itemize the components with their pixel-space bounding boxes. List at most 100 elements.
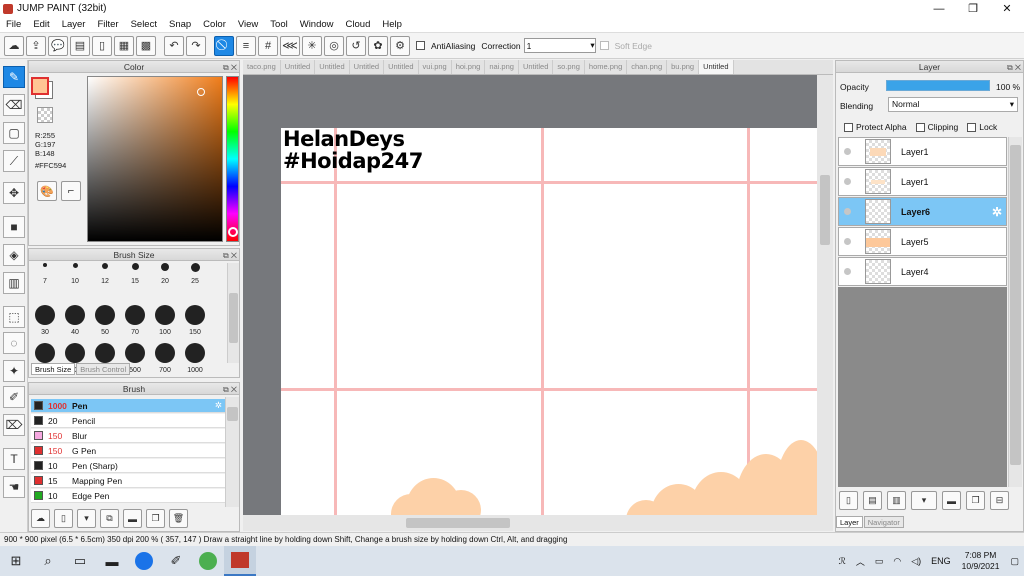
eyedropper-icon[interactable]: ⌐ (61, 181, 81, 201)
brush-size-dot[interactable] (185, 305, 205, 325)
brush-cloud-icon[interactable]: ☁ (31, 509, 50, 528)
layer-folder-icon[interactable]: ▬ (942, 491, 961, 510)
brush-size-dot[interactable] (125, 305, 145, 325)
visibility-icon[interactable] (839, 208, 855, 215)
brush-new-icon[interactable]: ▯ (54, 509, 73, 528)
move-tool-icon[interactable]: ✥ (3, 182, 25, 204)
gradient-tool-icon[interactable]: ▥ (3, 272, 25, 294)
menu-cloud[interactable]: Cloud (340, 19, 377, 30)
brush-menu-icon[interactable]: ▾ (77, 509, 96, 528)
opacity-slider[interactable] (886, 80, 990, 91)
layer-merge-icon[interactable]: ⊟ (990, 491, 1009, 510)
brush-duplicate-icon[interactable]: ❐ (146, 509, 165, 528)
language-indicator[interactable]: ENG (931, 556, 951, 566)
snap-off-icon[interactable]: ⃠ (214, 35, 234, 56)
doc-tab-active[interactable]: Untitled (699, 60, 734, 74)
doc-tab[interactable]: Untitled (281, 60, 316, 74)
brush-size-scrollbar[interactable] (227, 263, 239, 363)
brush-size-dot[interactable] (185, 343, 205, 363)
menu-snap[interactable]: Snap (163, 19, 197, 30)
snap-perspective-icon[interactable]: ⋘ (280, 35, 300, 56)
visibility-icon[interactable] (839, 178, 855, 185)
task-view-icon[interactable]: ▭ (64, 546, 96, 576)
snap-grid-icon[interactable]: # (258, 35, 278, 56)
snap-parallel-icon[interactable]: ≡ (236, 35, 256, 56)
main-color-swatch[interactable] (31, 77, 49, 95)
brush-item[interactable]: 10 Pen (Sharp) (31, 459, 225, 473)
antialiasing-checkbox[interactable] (416, 41, 425, 50)
brush-tool-icon[interactable]: ✎ (3, 66, 25, 88)
brush-size-dot[interactable] (155, 343, 175, 363)
saturation-value-picker[interactable] (87, 76, 223, 242)
canvas-horizontal-scrollbar[interactable] (243, 515, 833, 531)
tab-layer[interactable]: Layer (836, 516, 863, 528)
bucket-tool-icon[interactable]: ◈ (3, 244, 25, 266)
snap-curve-icon[interactable]: ↺ (346, 35, 366, 56)
chevron-up-icon[interactable]: ︿ (856, 555, 865, 568)
menu-filter[interactable]: Filter (91, 19, 124, 30)
sv-marker[interactable] (197, 88, 205, 96)
magic-wand-tool-icon[interactable]: ✦ (3, 360, 25, 382)
panel-buttons[interactable]: ⧉ ✕ (223, 62, 237, 74)
cloud-icon[interactable]: ☁ (4, 35, 24, 56)
doc-tab[interactable]: home.png (585, 60, 628, 74)
brush-item[interactable]: 150 G Pen (31, 444, 225, 458)
tab-brush-control[interactable]: Brush Control (76, 363, 131, 375)
brush-size-dot[interactable] (65, 305, 85, 325)
select-rect-tool-icon[interactable]: ⬚ (3, 306, 25, 328)
brush-size-dot[interactable] (102, 263, 108, 269)
line-tool-icon[interactable]: ⟋ (3, 150, 25, 172)
brush-copy-icon[interactable]: ⧉ (100, 509, 119, 528)
zalo-icon[interactable] (128, 546, 160, 576)
panel-buttons[interactable]: ⧉ ✕ (223, 384, 237, 396)
brush-item[interactable]: 10 Edge Pen (31, 489, 225, 503)
brush-size-dot[interactable] (131, 263, 139, 270)
brush-size-dot[interactable] (125, 343, 145, 363)
doc-tab[interactable]: Untitled (384, 60, 419, 74)
doc-tab[interactable]: Untitled (315, 60, 350, 74)
gear-icon[interactable]: ✲ (992, 205, 1002, 219)
new-file-icon[interactable]: ▯ (92, 35, 112, 56)
message-icon[interactable]: ▤ (70, 35, 90, 56)
snap-circle-icon[interactable]: ◎ (324, 35, 344, 56)
clock[interactable]: 7:08 PM 10/9/2021 (962, 550, 1000, 572)
volume-icon[interactable]: ◁) (911, 556, 921, 567)
transparent-swatch[interactable] (37, 107, 53, 123)
doc-tab[interactable]: hoi.png (452, 60, 486, 74)
comment-icon[interactable]: 💬 (48, 35, 68, 56)
lock-checkbox[interactable] (967, 122, 977, 132)
layer-list-scrollbar[interactable] (1008, 137, 1022, 487)
panel-buttons[interactable]: ⧉ ✕ (1007, 62, 1021, 74)
share-icon[interactable]: ⇪ (26, 35, 46, 56)
gear-icon[interactable]: ✲ (215, 400, 222, 411)
text-tool-icon[interactable]: T (3, 448, 25, 470)
lasso-tool-icon[interactable]: ◌ (3, 332, 25, 354)
doc-tab[interactable]: vui.png (419, 60, 452, 74)
save-icon[interactable]: ▦ (114, 35, 134, 56)
snap-radial-icon[interactable]: ✳ (302, 35, 322, 56)
doc-tab[interactable]: taco.png (243, 60, 281, 74)
fill-rect-tool-icon[interactable]: ■ (3, 216, 25, 238)
battery-icon[interactable]: ▭ (875, 556, 884, 567)
canvas-area[interactable]: HelanDeys #Hoidap247 (243, 75, 817, 515)
layer-item[interactable]: Layer1 (838, 137, 1007, 166)
doc-tab[interactable]: so.png (553, 60, 585, 74)
jump-paint-taskbar-icon[interactable] (224, 546, 256, 576)
hand-tool-icon[interactable]: ☚ (3, 476, 25, 498)
layer-text-icon[interactable]: ▥ (887, 491, 906, 510)
menu-help[interactable]: Help (376, 19, 408, 30)
paint-app-icon[interactable]: ✐ (160, 546, 192, 576)
brush-list-scrollbar[interactable] (225, 397, 239, 507)
layer-item[interactable]: Layer4 (838, 257, 1007, 286)
doc-tab[interactable]: Untitled (350, 60, 385, 74)
brush-size-dot[interactable] (43, 263, 47, 267)
blending-select[interactable]: Normal ▾ (888, 97, 1018, 112)
doc-tab[interactable]: Untitled (519, 60, 554, 74)
new-layer-copy-icon[interactable]: ▤ (863, 491, 882, 510)
brush-item[interactable]: 150 Blur (31, 429, 225, 443)
doc-tab[interactable]: bu.png (667, 60, 700, 74)
brush-size-dot[interactable] (95, 305, 115, 325)
layer-blend-menu-icon[interactable]: ▾ (911, 491, 937, 510)
notification-icon[interactable]: ▢ (1010, 556, 1019, 567)
palette-icon[interactable]: 🎨 (37, 181, 57, 201)
